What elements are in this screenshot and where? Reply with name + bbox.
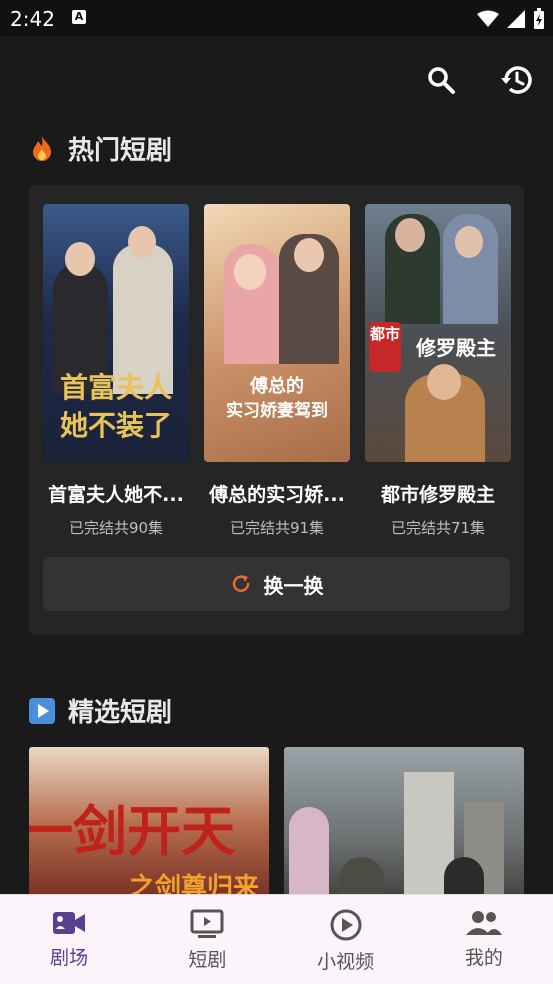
tv-play-icon [190,909,224,938]
signal-icon [507,10,525,28]
drama-item[interactable]: 首富夫人 她不装了 首富夫人她不... 已完结共90集 [43,204,189,538]
cover-title-line-2: 实习娇妻驾到 [226,401,328,421]
refresh-button[interactable]: 换一换 [43,557,510,611]
drama-title: 首富夫人她不... [48,484,184,506]
nav-item-short-drama[interactable]: 短剧 [138,895,276,984]
play-square-icon [28,697,56,725]
cover-title-line-1: 修罗殿主 [416,336,496,360]
top-actions [423,62,535,98]
featured-item[interactable] [284,747,524,907]
status-bar: 2:42 A [0,0,553,36]
status-time: 2:42 [10,7,55,31]
refresh-label: 换一换 [263,573,324,598]
nav-item-theater[interactable]: 剧场 [0,895,138,984]
fire-icon [28,135,56,163]
wifi-icon [477,10,499,27]
cover-title-line-1: 首富夫人 [59,371,172,404]
history-icon [501,66,532,94]
history-button[interactable] [499,62,535,98]
featured-section-title: 精选短剧 [28,692,172,729]
featured-item[interactable]: 一剑开天 之剑尊归来 [29,747,269,907]
battery-icon [534,8,544,29]
nav-item-small-video[interactable]: 小视频 [277,895,415,984]
drama-episodes: 已完结共71集 [390,519,486,537]
nav-label: 小视频 [317,951,375,973]
hot-section-title: 热门短剧 [28,130,172,167]
cover-badge: 都市 [369,325,400,343]
cover-title-line-2: 她不装了 [59,409,172,442]
cover-title-line-1: 傅总的 [250,376,304,397]
featured-cover-title: 一剑开天 [29,799,235,863]
section-title-text: 热门短剧 [68,136,173,166]
hot-dramas-card: 首富夫人 她不装了 首富夫人她不... 已完结共90集 傅总的 实习娇妻驾到 傅… [29,185,524,635]
drama-cover[interactable]: 傅总的 实习娇妻驾到 [204,204,350,462]
nav-label: 剧场 [50,947,89,969]
drama-item[interactable]: 都市 修罗殿主 都市修罗殿主 已完结共71集 [365,204,511,538]
nav-item-mine[interactable]: 我的 [415,895,553,984]
drama-title: 傅总的实习娇... [209,484,345,506]
search-button[interactable] [423,62,459,98]
video-camera-icon [53,912,86,934]
play-circle-icon [330,909,362,941]
drama-title: 都市修罗殿主 [380,484,495,506]
drama-episodes: 已完结共90集 [68,519,164,537]
drama-item[interactable]: 傅总的 实习娇妻驾到 傅总的实习娇... 已完结共91集 [204,204,350,538]
nav-label: 短剧 [188,949,227,971]
search-icon [428,67,455,94]
drama-episodes: 已完结共91集 [229,519,325,537]
people-icon [465,911,502,935]
section-title-text: 精选短剧 [68,698,173,728]
bottom-nav: 剧场 短剧 小视频 我的 [0,894,553,984]
nav-label: 我的 [464,947,503,969]
drama-cover[interactable]: 首富夫人 她不装了 [43,204,189,462]
refresh-icon [232,575,249,592]
notification-icon: A [72,10,86,24]
drama-cover[interactable]: 都市 修罗殿主 [365,204,511,462]
